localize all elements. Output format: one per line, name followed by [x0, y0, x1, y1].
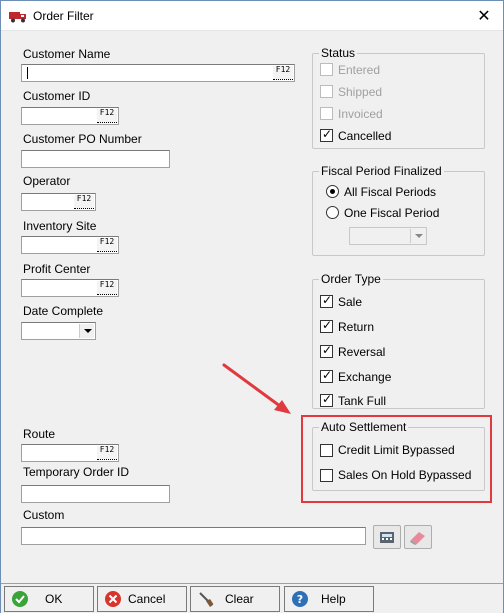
f12-lookup-icon[interactable]: F12	[74, 195, 94, 209]
all-fiscal-periods-label: All Fiscal Periods	[344, 185, 437, 199]
cancel-button-label: Cancel	[128, 592, 166, 606]
checkmark-icon: ✓	[322, 318, 333, 332]
inventory-site-label: Inventory Site	[23, 219, 97, 233]
route-input[interactable]: F12	[21, 444, 119, 462]
status-entered-checkbox[interactable]	[320, 63, 333, 76]
annotation-arrow-icon	[222, 363, 291, 414]
checkmark-icon: ✓	[322, 343, 333, 357]
order-type-exchange-checkbox[interactable]: ✓	[320, 368, 333, 383]
f12-lookup-icon[interactable]: F12	[273, 66, 293, 80]
checkmark-icon: ✓	[322, 392, 333, 406]
clear-button-label: Clear	[225, 592, 254, 606]
order-type-sale-label: Sale	[338, 295, 363, 309]
date-complete-select[interactable]	[21, 322, 96, 340]
clear-button[interactable]: Clear	[190, 586, 280, 612]
checkmark-icon: ✓	[322, 293, 333, 307]
status-entered-label: Entered	[338, 63, 381, 77]
order-type-reversal-label: Reversal	[338, 345, 386, 359]
one-fiscal-period-radio[interactable]	[326, 206, 339, 219]
highlight-box	[301, 415, 492, 503]
one-fiscal-period-label: One Fiscal Period	[344, 206, 440, 220]
radio-dot	[330, 189, 335, 194]
custom-builder-button[interactable]	[373, 525, 401, 549]
text-caret	[27, 67, 28, 79]
order-type-sale-checkbox[interactable]: ✓	[320, 293, 333, 308]
custom-label: Custom	[23, 508, 65, 522]
help-button[interactable]: ? Help	[284, 586, 374, 612]
customer-po-label: Customer PO Number	[23, 132, 142, 146]
f12-lookup-icon[interactable]: F12	[97, 446, 117, 460]
order-type-reversal-checkbox[interactable]: ✓	[320, 343, 333, 358]
f12-lookup-icon[interactable]: F12	[97, 238, 117, 252]
eraser-icon	[410, 532, 425, 545]
order-type-return-label: Return	[338, 320, 375, 334]
checkmark-icon: ✓	[322, 127, 333, 141]
cancel-button[interactable]: Cancel	[97, 586, 187, 612]
button-bar: OK Cancel Clear ? Help	[1, 583, 503, 613]
check-circle-icon	[12, 591, 28, 607]
profit-center-input[interactable]: F12	[21, 279, 119, 297]
order-type-exchange-label: Exchange	[338, 370, 392, 384]
fiscal-period-select[interactable]	[349, 227, 427, 245]
f12-lookup-icon[interactable]: F12	[97, 109, 117, 123]
status-invoiced-label: Invoiced	[338, 107, 383, 121]
checkmark-icon: ✓	[322, 368, 333, 382]
customer-name-input[interactable]: F12	[21, 64, 295, 82]
customer-id-label: Customer ID	[23, 89, 91, 103]
status-invoiced-checkbox[interactable]	[320, 107, 333, 120]
truck-icon	[9, 12, 26, 23]
svg-text:?: ?	[297, 593, 303, 606]
customer-id-input[interactable]: F12	[21, 107, 119, 125]
order-type-group: Order Type	[312, 272, 485, 409]
help-button-label: Help	[321, 592, 346, 606]
chevron-down-icon[interactable]	[410, 229, 425, 243]
order-type-group-title: Order Type	[321, 272, 381, 286]
status-cancelled-label: Cancelled	[338, 129, 392, 143]
inventory-site-input[interactable]: F12	[21, 236, 119, 254]
status-shipped-label: Shipped	[338, 85, 383, 99]
order-type-tank-full-checkbox[interactable]: ✓	[320, 392, 333, 407]
order-type-tank-full-label: Tank Full	[338, 394, 387, 408]
broom-icon	[199, 592, 214, 607]
temporary-order-id-input[interactable]	[21, 485, 170, 503]
profit-center-label: Profit Center	[23, 262, 91, 276]
operator-input[interactable]: F12	[21, 193, 96, 211]
customer-name-label: Customer Name	[23, 47, 111, 61]
title-bar: Order Filter ✕	[1, 1, 503, 31]
ok-button[interactable]: OK	[4, 586, 94, 612]
status-shipped-checkbox[interactable]	[320, 85, 333, 98]
cancel-circle-icon	[105, 591, 121, 607]
f12-lookup-icon[interactable]: F12	[97, 281, 117, 295]
close-icon[interactable]: ✕	[473, 6, 495, 26]
custom-erase-button[interactable]	[404, 525, 432, 549]
date-complete-label: Date Complete	[23, 304, 104, 318]
order-filter-window: Order Filter ✕ Customer Name F12 Custome…	[0, 0, 504, 613]
ok-button-label: OK	[45, 592, 63, 606]
temporary-order-id-label: Temporary Order ID	[23, 465, 130, 479]
operator-label: Operator	[23, 174, 71, 188]
calculator-icon	[380, 532, 394, 543]
chevron-down-icon[interactable]	[79, 324, 94, 338]
all-fiscal-periods-radio[interactable]	[326, 185, 339, 198]
custom-input[interactable]	[21, 527, 366, 545]
route-label: Route	[23, 427, 56, 441]
status-group-title: Status	[321, 46, 356, 60]
customer-po-input[interactable]	[21, 150, 170, 168]
help-circle-icon: ?	[292, 591, 308, 607]
fiscal-period-group-title: Fiscal Period Finalized	[321, 164, 442, 178]
status-cancelled-checkbox[interactable]: ✓	[320, 127, 333, 142]
window-title: Order Filter	[33, 9, 94, 23]
order-type-return-checkbox[interactable]: ✓	[320, 318, 333, 333]
